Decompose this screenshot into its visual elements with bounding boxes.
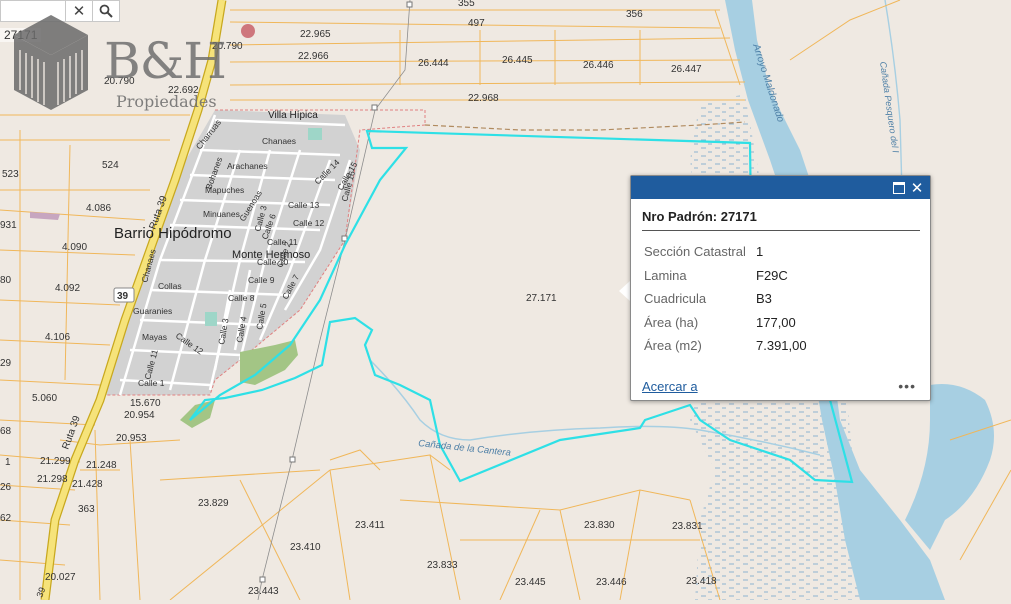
attribute-name: Lamina xyxy=(644,267,687,283)
parcel-label: 26.447 xyxy=(671,64,702,75)
street-label: Calle 13 xyxy=(288,200,319,210)
parcel-label: 355 xyxy=(458,0,475,9)
parcel-label: 1 xyxy=(5,457,11,468)
parcel-label: 21.248 xyxy=(86,460,117,471)
place-barrio-hipodromo: Barrio Hipódromo xyxy=(114,225,232,242)
attribute-name: Área (m2) xyxy=(644,338,702,354)
parcel-label: 21.428 xyxy=(72,479,103,490)
attribute-row: Lamina F29C xyxy=(644,264,807,288)
attribute-value: B3 xyxy=(756,291,772,307)
parcel-label: 20.790 xyxy=(212,41,243,52)
parcel-label: 497 xyxy=(468,18,485,29)
parcel-label: 22.966 xyxy=(298,51,329,62)
parcel-label: 26.446 xyxy=(583,60,614,71)
attribute-row: Área (m2) 7.391,00 xyxy=(644,334,807,358)
parcel-label: 363 xyxy=(78,504,95,515)
street-label: Calle 12 xyxy=(293,218,324,228)
street-label: Minuanes xyxy=(203,209,240,219)
attribute-row: Sección Catastral 1 xyxy=(644,240,807,264)
popup-title: Nro Padrón: 27171 xyxy=(642,209,920,231)
parcel-label: 21.298 xyxy=(37,474,68,485)
parcel-label: 20.954 xyxy=(124,410,155,421)
parcel-label: 4.086 xyxy=(86,203,111,214)
zoom-to-link[interactable]: Acercar a xyxy=(642,379,698,394)
parcel-label: 27.171 xyxy=(526,293,557,304)
parcel-label: 29 xyxy=(0,358,12,369)
parcel-label: 20.953 xyxy=(116,433,147,444)
popup-header: ✕ xyxy=(631,176,930,199)
search-input[interactable] xyxy=(0,0,66,22)
parcel-label: 23.833 xyxy=(427,560,458,571)
street-label: Mayas xyxy=(142,332,167,342)
attribute-row: Cuadricula B3 xyxy=(644,287,807,311)
location-marker[interactable] xyxy=(241,24,255,38)
attribute-value: F29C xyxy=(756,267,788,283)
parcel-label: 22.692 xyxy=(168,85,199,96)
popup-pointer xyxy=(619,281,630,301)
parcel-label: 62 xyxy=(0,513,12,524)
attribute-name: Sección Catastral xyxy=(644,244,746,260)
parcel-label: 931 xyxy=(0,220,17,231)
parcel-label: 524 xyxy=(102,160,119,171)
parcel-label: 23.445 xyxy=(515,577,546,588)
parcel-label: 68 xyxy=(0,426,12,437)
attribute-name: Área (ha) xyxy=(644,314,699,330)
parcel-label: 4.106 xyxy=(45,332,70,343)
more-options-button[interactable]: ••• xyxy=(898,378,916,394)
search-icon[interactable] xyxy=(93,0,120,22)
street-label: Collas xyxy=(158,281,182,291)
parcel-label: 5.060 xyxy=(32,393,57,404)
street-label: Chanaes xyxy=(262,136,296,146)
street-label: Arachanes xyxy=(227,161,268,171)
parcel-label: 26.444 xyxy=(418,58,449,69)
search-icon-glyph xyxy=(99,4,113,18)
clear-icon[interactable]: ✕ xyxy=(66,0,93,22)
attribute-value: 177,00 xyxy=(756,314,796,330)
parcel-label: 26 xyxy=(0,482,12,493)
route-shield-label: 39 xyxy=(117,291,129,302)
parcel-label: 23.830 xyxy=(584,520,615,531)
maximize-button[interactable] xyxy=(890,179,908,197)
parcel-label: 23.829 xyxy=(198,498,229,509)
parcel-label: 21.299 xyxy=(40,456,71,467)
attribute-name: Cuadricula xyxy=(644,291,707,307)
parcel-label: 23.418 xyxy=(686,576,717,587)
parcel-label: 15.670 xyxy=(130,398,161,409)
parcel-label: 23.410 xyxy=(290,542,321,553)
parcel-label: 23.446 xyxy=(596,577,627,588)
maximize-icon xyxy=(893,181,905,194)
attribute-value: 7.391,00 xyxy=(756,338,807,354)
parcel-label: 26.445 xyxy=(502,55,533,66)
search-result-label: 27171 xyxy=(0,28,42,42)
attribute-table: Sección Catastral 1 Lamina F29C Cuadricu… xyxy=(644,240,807,358)
close-icon: ✕ xyxy=(910,178,924,197)
parcel-label: 23.411 xyxy=(355,520,385,531)
parcel-label: 20.790 xyxy=(104,76,135,87)
street-label: Guaranies xyxy=(133,306,172,316)
street-label: Calle 9 xyxy=(248,275,275,285)
parcel-label: 523 xyxy=(2,169,19,180)
search-bar: ✕ xyxy=(0,0,120,22)
attribute-row: Área (ha) 177,00 xyxy=(644,311,807,335)
info-popup: ✕ Nro Padrón: 27171 Sección Catastral 1 … xyxy=(630,175,931,401)
parcel-label: 23.831 xyxy=(672,521,703,532)
close-button[interactable]: ✕ xyxy=(908,179,926,197)
place-villa-hipica: Villa Hípica xyxy=(268,110,318,121)
popup-footer: Acercar a ••• xyxy=(642,378,916,394)
parcel-label: 22.968 xyxy=(468,93,499,104)
parcel-label: 20.027 xyxy=(45,572,76,583)
parcel-label: 4.090 xyxy=(62,242,87,253)
parcel-label: 23.443 xyxy=(248,586,279,597)
park-square xyxy=(308,128,322,140)
parcel-label: 22.965 xyxy=(300,29,331,40)
street-label: Calle 8 xyxy=(228,293,255,303)
park-square-2 xyxy=(205,312,217,326)
parcel-label: 4.092 xyxy=(55,283,80,294)
parcel-label: 80 xyxy=(0,275,12,286)
parcel-label: 356 xyxy=(626,9,643,20)
attribute-value: 1 xyxy=(756,244,764,260)
